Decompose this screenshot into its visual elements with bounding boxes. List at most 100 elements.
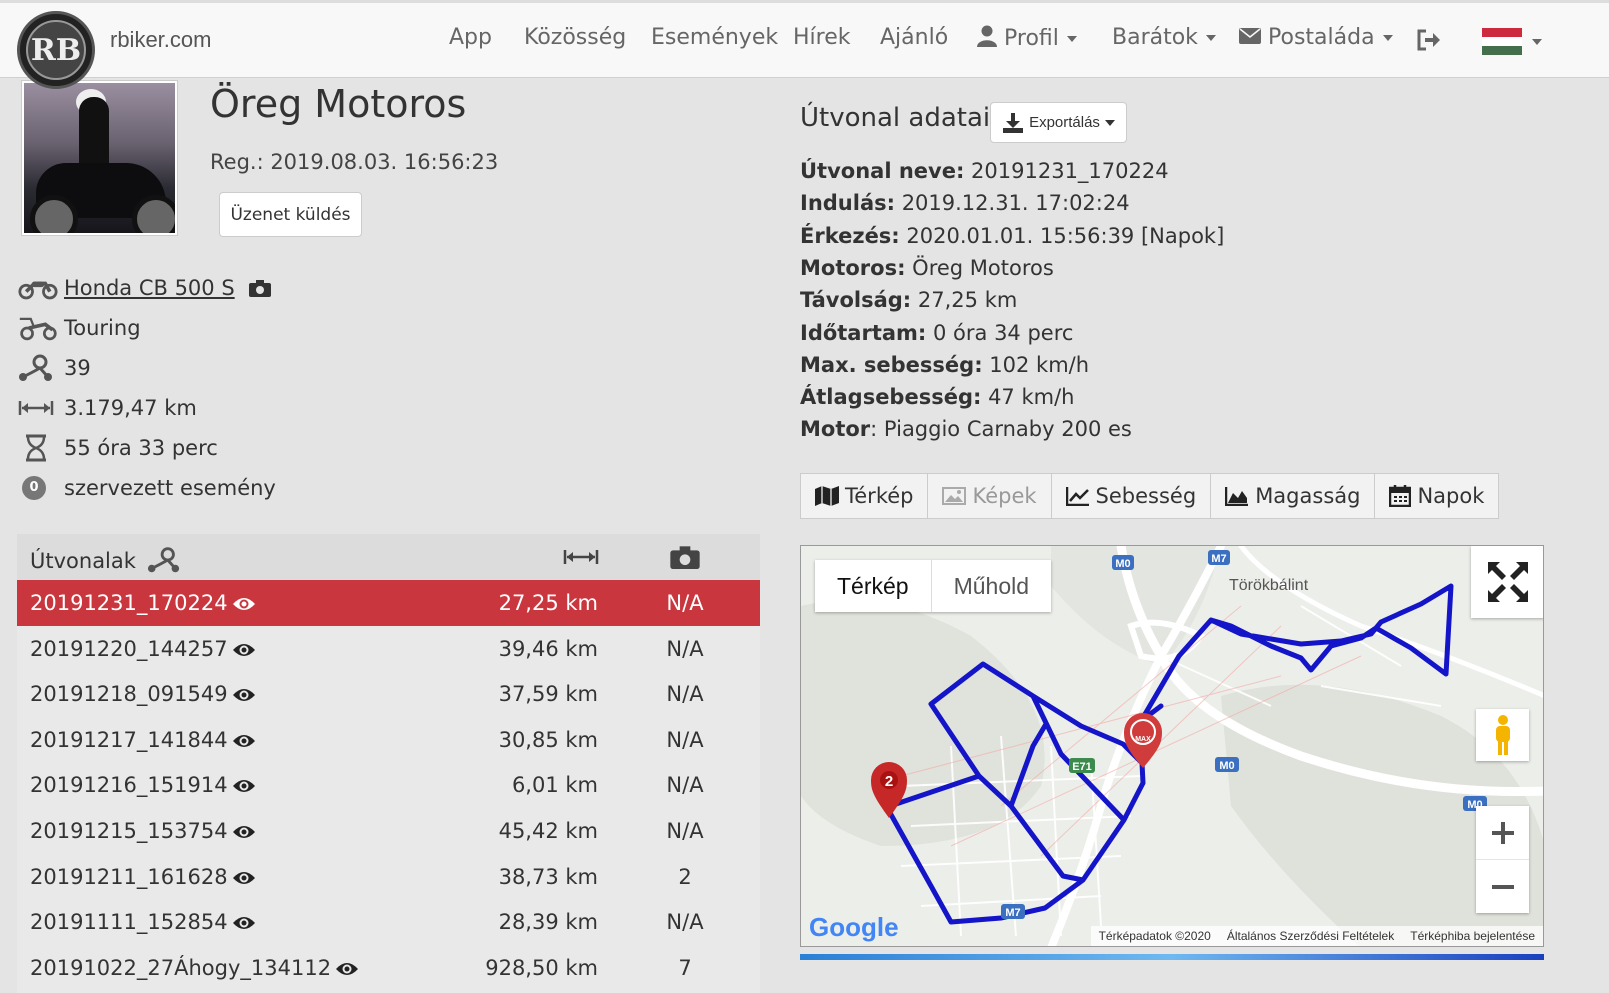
route-detail-row: Érkezés: 2020.01.01. 15:56:39 [Napok] xyxy=(800,224,1224,248)
eye-icon[interactable] xyxy=(232,870,256,886)
table-row[interactable]: 20191218_091549 37,59 km N/A xyxy=(17,671,760,717)
route-photos: N/A xyxy=(666,773,704,798)
nav-hirek[interactable]: Hírek xyxy=(793,25,851,50)
table-row[interactable]: 20191216_151914 6,01 km N/A xyxy=(17,762,760,808)
tab-photos[interactable]: Képek xyxy=(928,474,1052,518)
nav-kozosseg[interactable]: Közösség xyxy=(524,25,626,50)
table-row[interactable]: 20191022_27Áhogy_134112 928,50 km 7 xyxy=(17,945,760,991)
map-terms-link[interactable]: Általános Szerződési Feltételek xyxy=(1227,929,1394,943)
table-row[interactable]: 20191231_170224 27,25 km N/A xyxy=(17,580,760,626)
touring-bike-icon xyxy=(19,317,57,341)
nav-app[interactable]: App xyxy=(449,25,492,50)
route-name[interactable]: 20191220_144257 xyxy=(30,637,228,661)
tab-map[interactable]: Térkép xyxy=(801,474,929,518)
line-chart-icon xyxy=(1065,487,1089,506)
tab-speed[interactable]: Sebesség xyxy=(1052,474,1212,518)
eye-icon[interactable] xyxy=(232,687,256,703)
profile-registration: Reg.: 2019.08.03. 16:56:23 xyxy=(210,150,499,174)
route-name-cell[interactable]: 20191220_144257 xyxy=(30,637,256,661)
table-row[interactable]: 20191217_141844 30,85 km N/A xyxy=(17,717,760,763)
route-name-cell[interactable]: 20191231_170224 xyxy=(30,591,256,615)
route-detail-value: 102 km/h xyxy=(982,352,1090,377)
profile-avatar[interactable] xyxy=(21,80,178,236)
eye-icon[interactable] xyxy=(232,733,256,749)
export-button[interactable]: Exportálás xyxy=(990,102,1127,143)
fullscreen-button[interactable] xyxy=(1471,546,1543,618)
nav-friends-menu[interactable]: Barátok xyxy=(1112,25,1216,50)
zoom-out-button[interactable] xyxy=(1476,860,1529,913)
site-logo[interactable]: RB xyxy=(17,11,95,89)
tab-altitude[interactable]: Magasság xyxy=(1211,474,1376,518)
route-name[interactable]: 20191211_161628 xyxy=(30,865,228,889)
table-row[interactable]: 20191220_144257 39,46 km N/A xyxy=(17,626,760,672)
export-label: Exportálás xyxy=(1029,114,1100,131)
navbar: rbiker.com App Közösség Események Hírek … xyxy=(0,0,1609,78)
street-view-pegman[interactable] xyxy=(1476,709,1529,761)
nav-mailbox-menu[interactable]: Postaláda xyxy=(1239,25,1393,50)
caret-down-icon[interactable] xyxy=(1532,39,1542,45)
route-map[interactable]: M0 M7 E71 M0 M0 M7 Törökbálint MAX 2 Tér… xyxy=(800,545,1544,947)
image-icon xyxy=(942,487,967,505)
table-row[interactable]: 20191111_152854 28,39 km N/A xyxy=(17,899,760,945)
stat-routes: 39 xyxy=(18,353,91,383)
route-name-cell[interactable]: 20191022_27Áhogy_134112 xyxy=(30,956,359,980)
stat-events: 0 szervezett esemény xyxy=(18,473,276,503)
google-logo[interactable]: Google xyxy=(809,912,899,943)
logout-button[interactable] xyxy=(1416,28,1442,58)
eye-icon[interactable] xyxy=(335,961,359,977)
route-name[interactable]: 20191218_091549 xyxy=(30,682,228,706)
distance-icon xyxy=(563,550,599,564)
map-type-satellite-button[interactable]: Műhold xyxy=(932,560,1051,612)
map-report-error-link[interactable]: Térképhiba bejelentése xyxy=(1410,929,1535,943)
route-name[interactable]: 20191215_153754 xyxy=(30,819,228,843)
road-shield-m0: M0 xyxy=(1115,558,1130,570)
eye-icon[interactable] xyxy=(232,824,256,840)
zoom-in-button[interactable] xyxy=(1476,806,1529,860)
camera-icon[interactable] xyxy=(248,279,271,297)
eye-icon[interactable] xyxy=(232,596,256,612)
routes-header-label: Útvonalak xyxy=(30,549,136,573)
route-name-cell[interactable]: 20191211_161628 xyxy=(30,865,256,889)
table-row[interactable]: 20191211_161628 38,73 km 2 xyxy=(17,854,760,900)
route-detail-row: Max. sebesség: 102 km/h xyxy=(800,353,1089,377)
route-distance: 37,59 km xyxy=(498,682,598,707)
route-name[interactable]: 20191231_170224 xyxy=(30,591,228,615)
route-name[interactable]: 20191022_27Áhogy_134112 xyxy=(30,956,331,980)
route-name[interactable]: 20191217_141844 xyxy=(30,728,228,752)
route-name-cell[interactable]: 20191216_151914 xyxy=(30,773,256,797)
map-icon xyxy=(815,486,839,506)
nav-profile-label: Profil xyxy=(1004,26,1059,51)
route-icon xyxy=(147,547,179,573)
table-row[interactable]: 20191215_153754 45,42 km N/A xyxy=(17,808,760,854)
nav-profile-menu[interactable]: Profil xyxy=(977,25,1077,51)
route-distance: 928,50 km xyxy=(485,955,598,980)
eye-icon[interactable] xyxy=(232,642,256,658)
road-shield-m7: M7 xyxy=(1211,553,1226,565)
route-detail-value: 47 km/h xyxy=(981,385,1075,410)
map-type-map-button[interactable]: Térkép xyxy=(815,560,932,612)
eye-icon[interactable] xyxy=(232,778,256,794)
nav-esemenyek[interactable]: Események xyxy=(651,25,778,50)
expand-icon xyxy=(1487,562,1528,602)
map-attribution: Térképadatok ©2020 Általános Szerződési … xyxy=(1090,926,1543,946)
brand-name[interactable]: rbiker.com xyxy=(110,27,211,53)
route-name[interactable]: 20191216_151914 xyxy=(30,773,228,797)
route-name-cell[interactable]: 20191215_153754 xyxy=(30,819,256,843)
bike-link[interactable]: Honda CB 500 S xyxy=(64,276,235,300)
eye-icon[interactable] xyxy=(232,915,256,931)
route-photos: N/A xyxy=(666,818,704,843)
route-name[interactable]: 20191111_152854 xyxy=(30,910,228,934)
route-name-cell[interactable]: 20191217_141844 xyxy=(30,728,256,752)
route-photos: N/A xyxy=(666,682,704,707)
route-name-cell[interactable]: 20191218_091549 xyxy=(30,682,256,706)
bottom-chart-strip xyxy=(800,954,1544,960)
download-icon xyxy=(1003,112,1024,133)
hungarian-flag-icon[interactable] xyxy=(1482,28,1522,55)
user-icon xyxy=(977,25,997,47)
route-name-cell[interactable]: 20191111_152854 xyxy=(30,910,256,934)
route-photos: N/A xyxy=(666,591,704,615)
nav-ajanlo[interactable]: Ajánló xyxy=(880,25,948,50)
send-message-button[interactable]: Üzenet küldés xyxy=(219,192,362,237)
tab-days[interactable]: Napok xyxy=(1375,474,1498,518)
route-tabs: Térkép Képek Sebesség Magasság Napok xyxy=(800,473,1500,519)
